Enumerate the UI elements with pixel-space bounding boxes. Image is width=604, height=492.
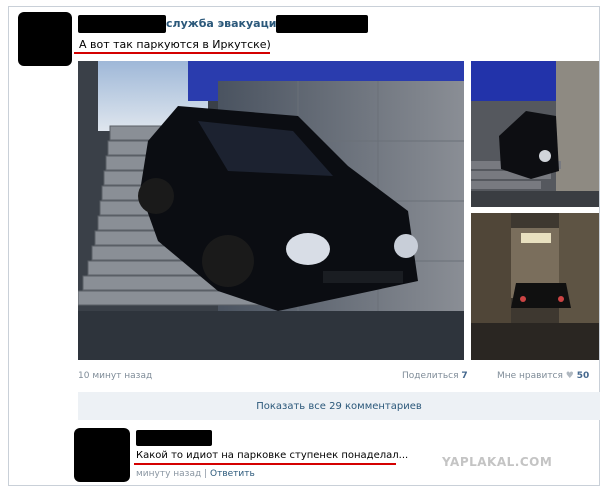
comment-red-underline <box>134 463 396 465</box>
comment-avatar[interactable] <box>74 428 130 482</box>
share-button[interactable]: Поделиться 7 <box>402 371 468 381</box>
like-button[interactable]: Мне нравится ♥ 50 <box>497 371 589 381</box>
like-count: 50 <box>576 371 590 381</box>
redacted-commenter-name <box>136 430 212 446</box>
comment-meta: минуту назад | Ответить <box>136 469 255 479</box>
redacted-author-name <box>78 15 166 33</box>
post-text: А вот так паркуются в Иркутске) <box>79 38 271 51</box>
red-underline <box>74 52 270 54</box>
group-name[interactable]: служба эвакуации <box>166 17 284 30</box>
like-label: Мне нравится <box>497 371 563 381</box>
share-label: Поделиться <box>402 371 459 381</box>
watermark: YAPLAKAL.COM <box>442 455 553 469</box>
redacted-group-suffix <box>276 15 368 33</box>
photo-thumb-top[interactable] <box>471 61 599 207</box>
post-timestamp[interactable]: 10 минут назад <box>78 371 152 381</box>
photo-thumb-bottom[interactable] <box>471 213 599 360</box>
share-count: 7 <box>461 371 468 381</box>
photo-thumb-bottom-image <box>471 213 599 360</box>
photo-main-image <box>78 61 464 360</box>
heart-icon: ♥ <box>565 371 574 381</box>
comment-text: Какой то идиот на парковке ступенек пона… <box>136 450 409 461</box>
photo-main[interactable] <box>78 61 464 360</box>
author-avatar[interactable] <box>18 12 72 66</box>
show-all-comments-button[interactable]: Показать все 29 комментариев <box>78 392 600 420</box>
comment-meta-separator: | <box>204 469 208 479</box>
reply-link[interactable]: Ответить <box>210 469 255 479</box>
comment-timestamp[interactable]: минуту назад <box>136 469 201 479</box>
photo-thumb-top-image <box>471 61 599 207</box>
